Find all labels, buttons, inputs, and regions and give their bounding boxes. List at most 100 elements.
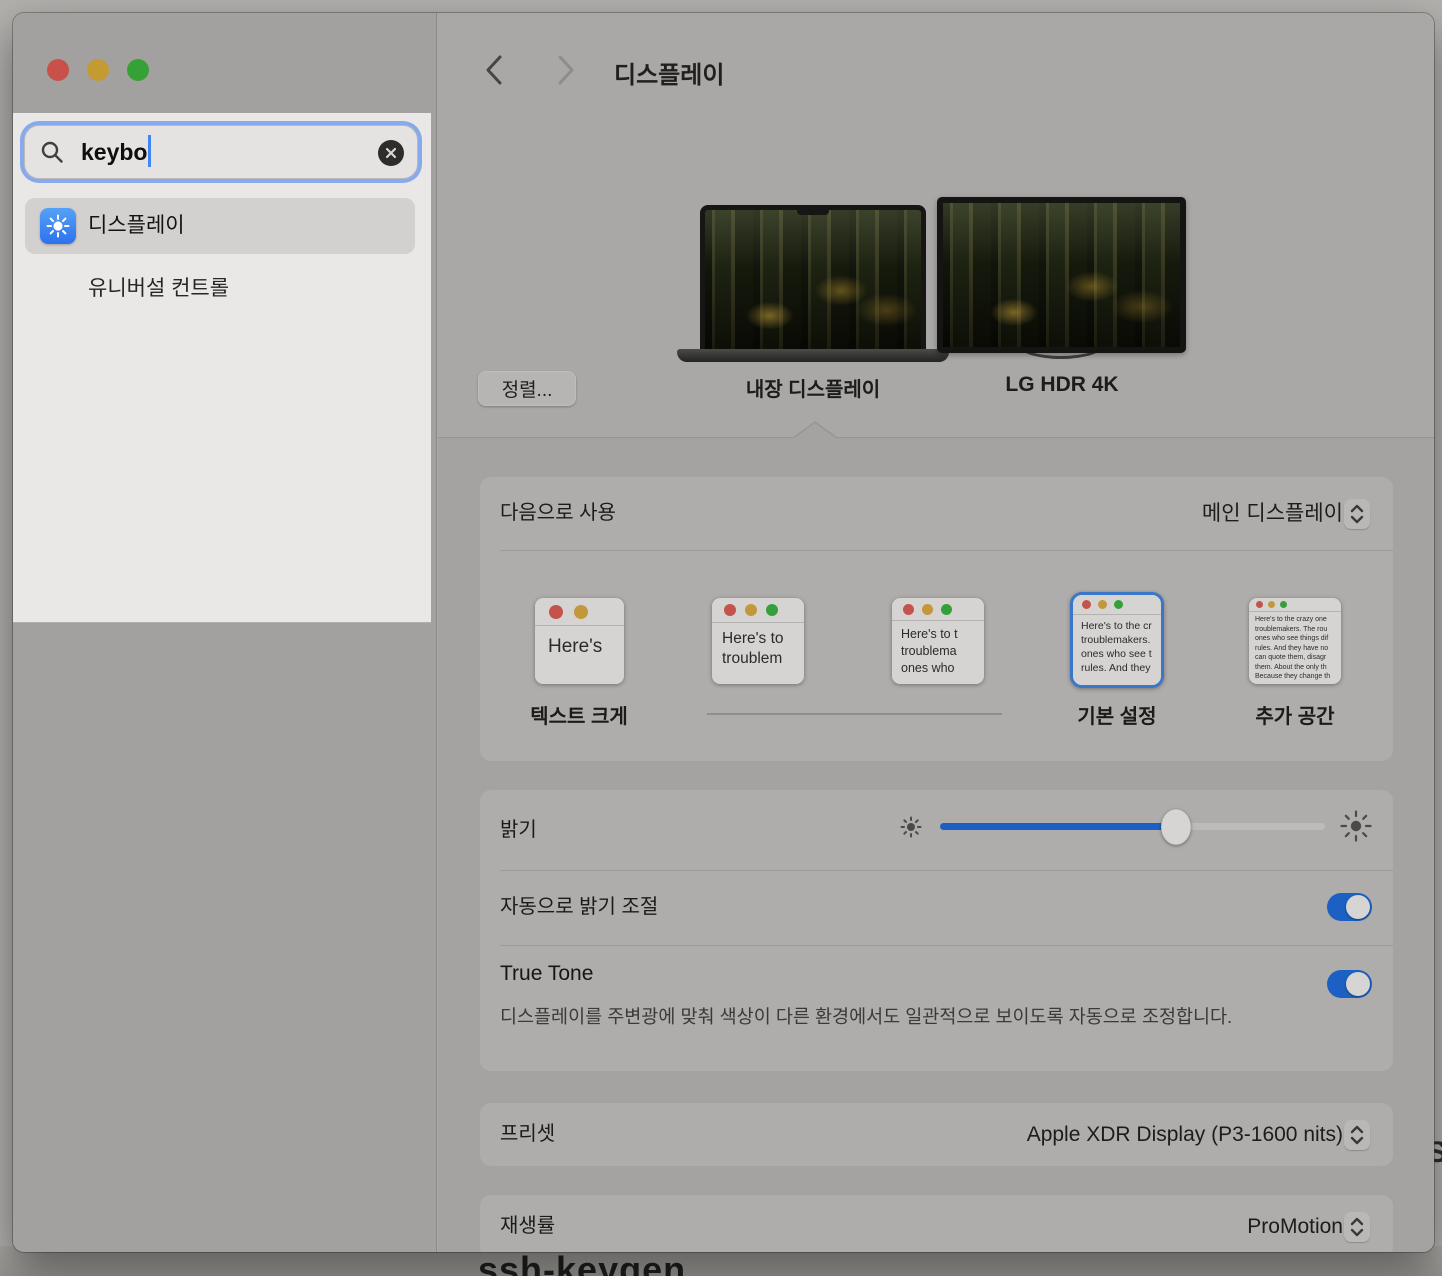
search-result-label: 유니버설 컨트롤 bbox=[88, 268, 229, 310]
mini-close-dot bbox=[549, 605, 563, 619]
preset-card: 프리셋 Apple XDR Display (P3-1600 nits) bbox=[480, 1103, 1393, 1166]
mini-titlebar bbox=[712, 598, 804, 623]
sun-icon bbox=[45, 213, 71, 239]
chevron-left-icon bbox=[484, 54, 504, 86]
divider bbox=[500, 945, 1393, 946]
mini-titlebar bbox=[892, 598, 984, 621]
caption-default: 기본 설정 bbox=[1047, 700, 1187, 729]
search-result-displays[interactable]: 디스플레이 bbox=[25, 198, 415, 254]
mini-minimize-dot bbox=[922, 604, 933, 615]
mini-window: Here's to the cr troublemakers. ones who… bbox=[1073, 595, 1161, 685]
refresh-rate-card: 재생률 ProMotion bbox=[480, 1195, 1393, 1252]
mini-minimize-dot bbox=[1098, 600, 1107, 609]
scaling-option-larger-text[interactable]: Here's bbox=[535, 598, 624, 684]
mini-zoom-dot bbox=[1280, 601, 1287, 608]
clear-search-button[interactable] bbox=[378, 140, 404, 166]
chevron-right-icon bbox=[556, 54, 576, 86]
brightness-high-icon bbox=[1338, 808, 1374, 844]
laptop-base bbox=[677, 349, 949, 362]
refresh-rate-label: 재생률 bbox=[500, 1195, 555, 1252]
mini-text: Here's to troublem bbox=[712, 623, 804, 669]
search-icon bbox=[40, 140, 65, 165]
scaling-option-more-space[interactable]: Here's to the crazy one troublemakers. T… bbox=[1249, 598, 1341, 684]
mini-titlebar bbox=[1249, 598, 1341, 612]
search-result-universal-control[interactable]: 유니버설 컨트롤 bbox=[25, 268, 415, 310]
mini-text: Here's to the cr troublemakers. ones who… bbox=[1073, 615, 1161, 675]
forward-button[interactable] bbox=[551, 53, 581, 87]
mini-close-dot bbox=[1256, 601, 1263, 608]
close-icon bbox=[385, 147, 397, 159]
mini-zoom-dot bbox=[766, 604, 778, 616]
arrange-button[interactable]: 정렬... bbox=[478, 371, 576, 406]
builtin-display-thumbnail[interactable] bbox=[700, 205, 926, 349]
mini-text: Here's to the crazy one troublemakers. T… bbox=[1249, 612, 1341, 682]
mini-minimize-dot bbox=[1268, 601, 1275, 608]
preset-popup-button[interactable] bbox=[1344, 1120, 1370, 1150]
sidebar: keybo bbox=[13, 13, 437, 1252]
mini-zoom-dot bbox=[941, 604, 952, 615]
chevron-up-down-icon bbox=[1348, 1216, 1366, 1238]
auto-brightness-label: 자동으로 밝기 조절 bbox=[500, 870, 658, 945]
back-button[interactable] bbox=[479, 53, 509, 87]
preset-label: 프리셋 bbox=[500, 1103, 555, 1166]
brightness-label: 밝기 bbox=[500, 790, 537, 870]
divider bbox=[500, 550, 1393, 551]
mini-close-dot bbox=[1082, 600, 1091, 609]
brightness-slider[interactable] bbox=[940, 823, 1325, 830]
close-button[interactable] bbox=[47, 59, 69, 81]
builtin-display-label: 내장 디스플레이 bbox=[703, 373, 923, 402]
chevron-up-down-icon bbox=[1348, 1124, 1366, 1146]
auto-brightness-toggle[interactable] bbox=[1327, 893, 1372, 921]
use-as-label: 다음으로 사용 bbox=[500, 477, 616, 550]
search-input-value: keybo bbox=[81, 126, 151, 180]
true-tone-toggle[interactable] bbox=[1327, 970, 1372, 998]
text-cursor bbox=[148, 135, 151, 167]
external-display-thumbnail[interactable] bbox=[937, 197, 1186, 353]
display-app-icon bbox=[40, 208, 76, 244]
external-display-label: LG HDR 4K bbox=[962, 373, 1162, 397]
use-as-value: 메인 디스플레이 bbox=[1202, 477, 1343, 550]
refresh-rate-popup-button[interactable] bbox=[1344, 1212, 1370, 1242]
mini-close-dot bbox=[724, 604, 736, 616]
minimize-button[interactable] bbox=[87, 59, 109, 81]
mini-text: Here's to t troublema ones who bbox=[892, 621, 984, 677]
mini-titlebar bbox=[535, 598, 624, 626]
caption-connector-line bbox=[707, 713, 1002, 715]
brightness-low-icon bbox=[898, 814, 924, 840]
scaling-option-3[interactable]: Here's to t troublema ones who bbox=[892, 598, 984, 684]
search-result-label: 디스플레이 bbox=[88, 198, 185, 254]
background-terminal-text: ssh-keygen bbox=[478, 1249, 686, 1276]
monitor-wallpaper bbox=[943, 203, 1180, 347]
brightness-slider-thumb[interactable] bbox=[1161, 809, 1191, 845]
mini-minimize-dot bbox=[745, 604, 757, 616]
caption-larger-text: 텍스트 크게 bbox=[509, 700, 649, 729]
chevron-up-down-icon bbox=[1348, 503, 1366, 525]
scaling-option-default-selected[interactable]: Here's to the cr troublemakers. ones who… bbox=[1070, 592, 1164, 688]
screen: ssh-keygen S keybo bbox=[0, 0, 1442, 1276]
mini-close-dot bbox=[903, 604, 914, 615]
page-title: 디스플레이 bbox=[614, 55, 724, 90]
toggle-knob bbox=[1346, 895, 1370, 919]
caption-more-space: 추가 공간 bbox=[1225, 700, 1365, 729]
mini-minimize-dot bbox=[574, 605, 588, 619]
scaling-option-2[interactable]: Here's to troublem bbox=[712, 598, 804, 684]
search-input[interactable]: keybo bbox=[24, 125, 418, 179]
mini-zoom-dot bbox=[1114, 600, 1123, 609]
brightness-slider-fill bbox=[940, 823, 1175, 830]
mini-titlebar bbox=[1073, 595, 1161, 615]
selected-display-pointer bbox=[793, 421, 837, 438]
system-settings-window: keybo bbox=[13, 13, 1434, 1252]
search-results-panel: keybo bbox=[13, 113, 431, 623]
brightness-card: 밝기 bbox=[480, 790, 1393, 1071]
section-divider bbox=[438, 437, 1434, 438]
zoom-button[interactable] bbox=[127, 59, 149, 81]
laptop-notch bbox=[797, 210, 829, 215]
true-tone-label: True Tone bbox=[500, 962, 593, 986]
main-header-area bbox=[438, 13, 1434, 437]
refresh-rate-value: ProMotion bbox=[1247, 1195, 1343, 1252]
true-tone-description: 디스플레이를 주변광에 맞춰 색상이 다른 환경에서도 일관적으로 보이도록 자… bbox=[500, 1002, 1245, 1032]
use-as-popup-button[interactable] bbox=[1344, 499, 1370, 529]
use-as-card: 다음으로 사용 메인 디스플레이 Here's bbox=[480, 477, 1393, 761]
toggle-knob bbox=[1346, 972, 1370, 996]
mini-text: Here's bbox=[535, 626, 624, 658]
